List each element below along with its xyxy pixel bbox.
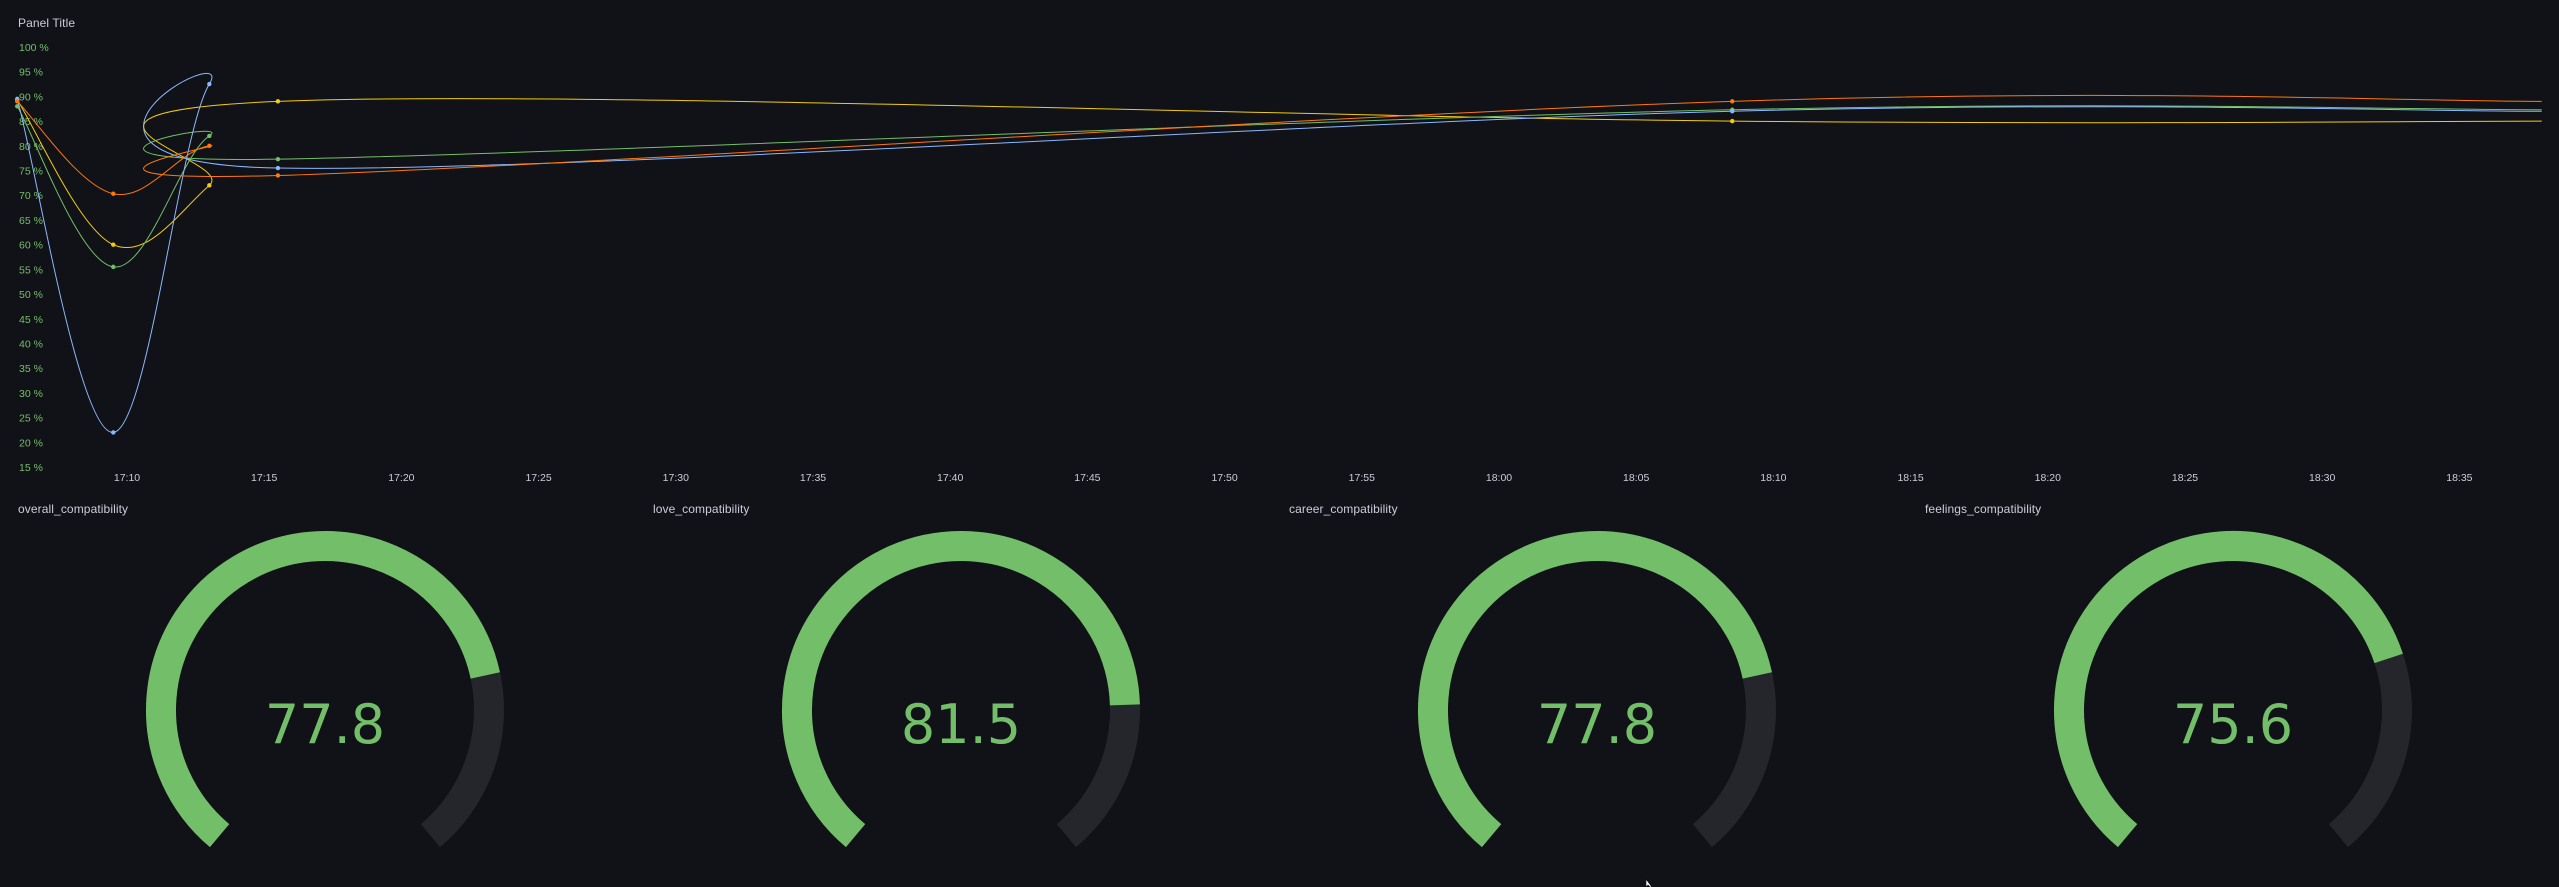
x-tick-label: 18:05 xyxy=(1623,472,1649,484)
x-tick-label: 17:30 xyxy=(663,472,689,484)
x-tick-label: 17:10 xyxy=(114,472,140,484)
gauge-title: feelings_compatibility xyxy=(1925,502,2042,516)
data-point xyxy=(111,430,116,435)
y-tick-label: 45 % xyxy=(19,314,43,326)
series-line-2 xyxy=(16,72,2542,433)
x-tick-label: 18:30 xyxy=(2309,472,2335,484)
x-tick-label: 17:45 xyxy=(1074,472,1100,484)
x-tick-label: 17:55 xyxy=(1349,472,1375,484)
gauge-title: overall_compatibility xyxy=(18,502,129,516)
y-tick-label: 65 % xyxy=(19,215,43,227)
y-tick-label: 40 % xyxy=(19,338,43,350)
x-tick-label: 17:50 xyxy=(1211,472,1237,484)
x-axis: 17:10 17:15 17:20 17:25 17:30 17:35 17:40 17:45… xyxy=(114,472,2473,484)
y-tick-label: 60 % xyxy=(19,240,43,252)
x-tick-label: 17:25 xyxy=(525,472,551,484)
data-point xyxy=(111,191,116,196)
y-tick-label: 75 % xyxy=(19,166,43,178)
data-point xyxy=(1730,109,1735,114)
y-axis: 15 % 20 % 25 % 30 % 35 % 40 % 45 % 50 % 55 % 60 %… xyxy=(19,42,49,474)
gauge-panel-love[interactable]: love_compatibility xyxy=(636,496,1272,796)
x-tick-label: 17:40 xyxy=(937,472,963,484)
y-tick-label: 20 % xyxy=(19,437,43,449)
gauge-panel-feelings[interactable]: feelings_compatibility xyxy=(1908,496,2559,796)
data-point xyxy=(207,143,212,149)
data-point xyxy=(207,81,212,87)
x-tick-label: 17:35 xyxy=(800,472,826,484)
y-tick-label: 80 % xyxy=(19,141,43,153)
data-point xyxy=(111,264,116,270)
y-tick-label: 55 % xyxy=(19,264,43,276)
x-tick-label: 18:20 xyxy=(2035,472,2061,484)
x-tick-label: 17:20 xyxy=(388,472,414,484)
series-line-1 xyxy=(16,105,2542,268)
y-tick-label: 15 % xyxy=(19,462,43,474)
x-tick-label: 18:00 xyxy=(1486,472,1512,484)
y-tick-label: 95 % xyxy=(19,67,43,79)
x-tick-label: 17:15 xyxy=(251,472,277,484)
gauge-title: career_compatibility xyxy=(1289,502,1398,516)
y-tick-label: 50 % xyxy=(19,289,43,301)
series-line-3 xyxy=(16,94,2542,196)
x-tick-label: 18:10 xyxy=(1760,472,1786,484)
data-point xyxy=(275,173,281,178)
data-point xyxy=(1730,118,1735,124)
y-tick-label: 90 % xyxy=(19,91,43,103)
gauge-panel-career[interactable]: career_compatibility xyxy=(1272,496,1908,796)
gauge-panel-overall[interactable]: overall_compatibility xyxy=(0,496,636,796)
x-tick-label: 18:15 xyxy=(1897,472,1923,484)
y-tick-label: 30 % xyxy=(19,388,43,400)
data-point xyxy=(15,99,20,104)
gauge-title: love_compatibility xyxy=(653,502,750,516)
data-point xyxy=(111,242,116,247)
data-point xyxy=(207,183,212,188)
data-point xyxy=(275,156,281,162)
data-point xyxy=(275,165,281,171)
y-tick-label: 25 % xyxy=(19,413,43,425)
x-tick-label: 18:25 xyxy=(2172,472,2198,484)
data-point xyxy=(207,133,212,139)
data-point xyxy=(275,99,281,104)
data-point xyxy=(1730,99,1735,104)
timeseries-chart[interactable]: 15 % 20 % 25 % 30 % 35 % 40 % 45 % 50 % 55 % 60 %… xyxy=(0,0,2559,490)
series-line-0 xyxy=(16,98,2542,248)
x-tick-label: 18:35 xyxy=(2446,472,2472,484)
y-tick-label: 35 % xyxy=(19,363,43,375)
series-layer xyxy=(15,72,2542,435)
y-tick-label: 100 % xyxy=(19,42,49,54)
